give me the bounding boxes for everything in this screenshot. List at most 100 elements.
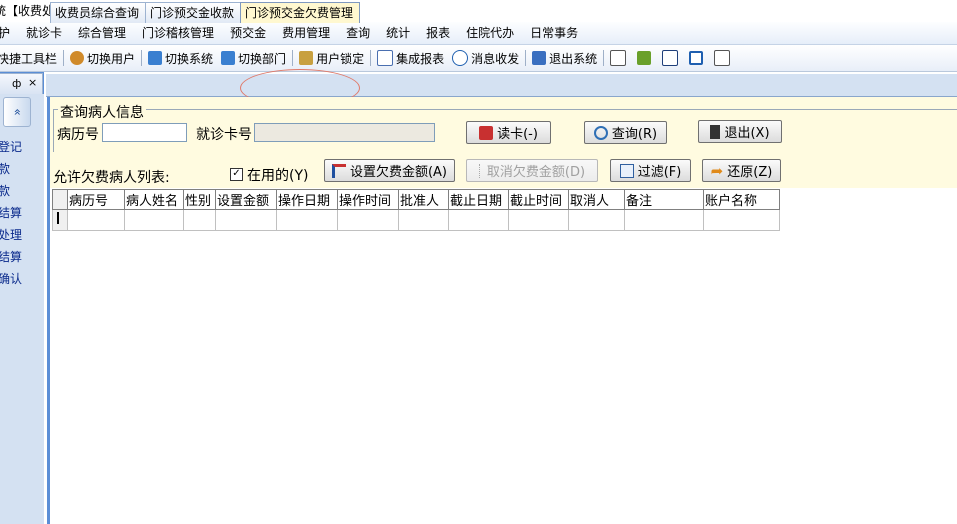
- restore-label: 还原(Z): [727, 165, 773, 180]
- side-item-settlement-2[interactable]: 结算: [0, 248, 24, 265]
- window-icon: [714, 50, 731, 66]
- menu-item-fees[interactable]: 费用管理: [274, 22, 338, 44]
- tab-cashier-query[interactable]: 收费员综合查询: [50, 2, 148, 23]
- side-item-payment-2[interactable]: 款: [0, 182, 12, 199]
- switch-user-button[interactable]: 切换用户: [66, 47, 139, 69]
- report-icon: [377, 50, 394, 66]
- grid-cell[interactable]: [215, 209, 277, 231]
- menu-item-card[interactable]: 就诊卡: [18, 22, 70, 44]
- restore-arrow-icon: ➦: [710, 161, 724, 180]
- restore-button[interactable]: ➦ 还原(Z): [702, 159, 781, 182]
- menu-item-maintenance[interactable]: 护: [0, 22, 18, 44]
- side-item-payment[interactable]: 款: [0, 160, 12, 177]
- tab-prepay-receive[interactable]: 门诊预交金收款: [145, 2, 243, 23]
- grid-cell[interactable]: [624, 209, 704, 231]
- messages-button[interactable]: 消息收发: [448, 47, 523, 69]
- grid-cell[interactable]: [508, 209, 569, 231]
- side-item-label: 登记: [0, 140, 23, 154]
- collapse-glyph: »: [10, 108, 24, 116]
- medical-record-input[interactable]: [102, 123, 187, 142]
- edit-button[interactable]: [606, 47, 633, 69]
- query-group-title: 查询病人信息: [58, 102, 146, 122]
- close-icon[interactable]: ×: [28, 76, 37, 89]
- menu-item-daily[interactable]: 日常事务: [522, 22, 586, 44]
- switch-user-label: 切换用户: [87, 51, 136, 66]
- tab-prepay-arrears[interactable]: 门诊预交金欠费管理: [240, 2, 360, 23]
- column-header-account-name[interactable]: 账户名称: [703, 189, 780, 210]
- column-header-gender[interactable]: 性别: [183, 189, 216, 210]
- column-header-due-date[interactable]: 截止日期: [448, 189, 509, 210]
- menu-item-stats[interactable]: 统计: [378, 22, 418, 44]
- set-arrears-amount-button[interactable]: 设置欠费金额(A): [324, 159, 455, 182]
- cancel-amount-label: 取消欠费金额(D): [486, 165, 586, 180]
- exit-system-button[interactable]: 退出系统: [528, 47, 601, 69]
- switch-department-button[interactable]: 切换部门: [217, 47, 290, 69]
- card-number-input[interactable]: [254, 123, 435, 142]
- side-item-confirm[interactable]: 确认: [0, 270, 24, 287]
- table-row[interactable]: [52, 209, 780, 231]
- edit-icon: [610, 50, 627, 66]
- exit-system-label: 退出系统: [549, 51, 598, 66]
- arrears-patient-grid[interactable]: 病历号 病人姓名 性别 设置金额 操作日期 操作时间 批准人 截止日期 截止时间…: [52, 189, 780, 231]
- tab-label: 门诊预交金欠费管理: [245, 6, 354, 20]
- columns-icon: [689, 51, 704, 65]
- menu-item-query[interactable]: 查询: [338, 22, 378, 44]
- messages-label: 消息收发: [471, 51, 520, 66]
- column-header-operation-time[interactable]: 操作时间: [337, 189, 399, 210]
- in-use-label: 在用的(Y): [247, 168, 309, 184]
- grid-cell[interactable]: [568, 209, 625, 231]
- menu-item-audit[interactable]: 门诊稽核管理: [134, 22, 222, 44]
- toolbar: 快捷工具栏 切换用户 切换系统 切换部门 用户锁定 集成报表 消息收发 退出系统: [0, 45, 957, 72]
- grid-cell[interactable]: [124, 209, 184, 231]
- side-item-process[interactable]: 处理: [0, 226, 24, 243]
- collapse-icon[interactable]: »: [3, 97, 31, 127]
- grid-cell[interactable]: [398, 209, 449, 231]
- integrated-report-button[interactable]: 集成报表: [373, 47, 448, 69]
- column-header-operation-date[interactable]: 操作日期: [276, 189, 338, 210]
- column-header-patient-name[interactable]: 病人姓名: [124, 189, 184, 210]
- grid-cell[interactable]: [703, 209, 780, 231]
- query-button[interactable]: 查询(R): [584, 121, 667, 144]
- grid-cell[interactable]: [183, 209, 216, 231]
- column-header-record-no[interactable]: 病历号: [67, 189, 125, 210]
- menu-item-general[interactable]: 综合管理: [70, 22, 134, 44]
- cancel-arrears-amount-button[interactable]: 取消欠费金额(D): [466, 159, 598, 182]
- in-use-checkbox[interactable]: ✓: [230, 168, 243, 181]
- read-card-label: 读卡(-): [497, 127, 538, 142]
- grid-cell[interactable]: [448, 209, 509, 231]
- column-header-due-time[interactable]: 截止时间: [508, 189, 569, 210]
- side-panel: » 登记 款 款 结算 处理 结算 确认: [0, 94, 44, 524]
- column-header-remark[interactable]: 备注: [624, 189, 704, 210]
- window-button[interactable]: [710, 47, 737, 69]
- checkbox-button[interactable]: [658, 47, 685, 69]
- toolbar-separator: [292, 50, 294, 66]
- column-header-approver[interactable]: 批准人: [398, 189, 449, 210]
- column-header-set-amount[interactable]: 设置金额: [215, 189, 277, 210]
- filter-button[interactable]: 过滤(F): [610, 159, 691, 182]
- side-item-label: 确认: [0, 272, 23, 286]
- side-item-register[interactable]: 登记: [0, 138, 24, 155]
- grid-cell[interactable]: [337, 209, 399, 231]
- toolbar-separator: [63, 50, 65, 66]
- menu-item-reports[interactable]: 报表: [418, 22, 458, 44]
- menu-item-inpatient[interactable]: 住院代办: [458, 22, 522, 44]
- columns-button[interactable]: [685, 47, 710, 69]
- currency-button[interactable]: [633, 47, 658, 69]
- pin-icon[interactable]: ф: [12, 77, 21, 90]
- side-item-settlement[interactable]: 结算: [0, 204, 24, 221]
- switch-system-button[interactable]: 切换系统: [144, 47, 217, 69]
- users-icon: [70, 51, 85, 65]
- grid-cell[interactable]: [276, 209, 338, 231]
- cancel-amount-icon: [478, 163, 483, 178]
- grid-cell[interactable]: [67, 209, 125, 231]
- switch-department-label: 切换部门: [238, 51, 287, 66]
- lock-user-button[interactable]: 用户锁定: [295, 47, 368, 69]
- menu-item-prepay[interactable]: 预交金: [222, 22, 274, 44]
- row-selector[interactable]: [52, 209, 68, 231]
- lock-user-icon: [299, 51, 314, 65]
- exit-button[interactable]: 退出(X): [698, 120, 782, 143]
- set-amount-icon: [331, 163, 346, 178]
- read-card-button[interactable]: 读卡(-): [466, 121, 551, 144]
- column-header-canceller[interactable]: 取消人: [568, 189, 625, 210]
- exit-label: 退出(X): [724, 126, 770, 141]
